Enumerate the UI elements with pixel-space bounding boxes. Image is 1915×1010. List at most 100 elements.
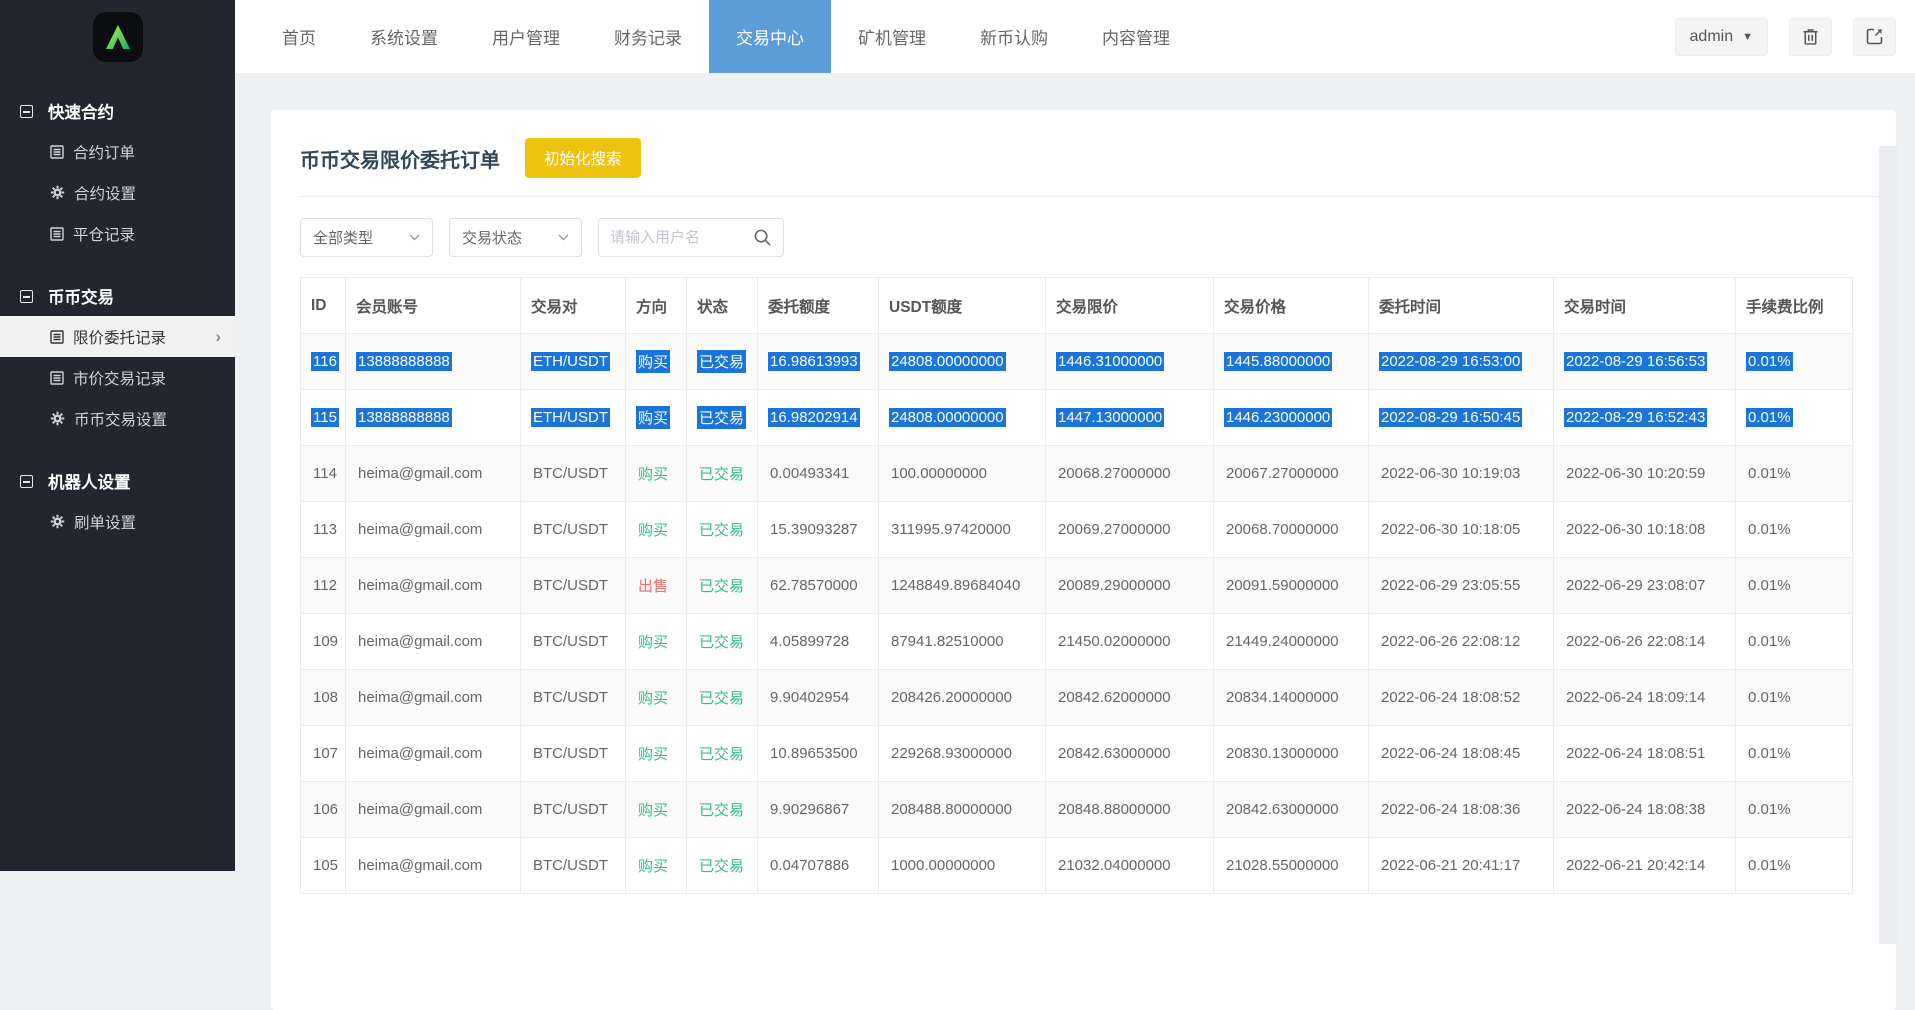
gear-icon <box>50 514 65 529</box>
table-cell-status: 已交易 <box>687 446 758 502</box>
sidebar-item-limit-order-records[interactable]: 限价委托记录 › <box>0 316 235 357</box>
gear-icon <box>50 185 65 200</box>
collapse-icon <box>20 105 33 118</box>
table-cell-trade-price: 20091.59000000 <box>1214 558 1369 614</box>
table-cell-order-time: 2022-06-21 20:41:17 <box>1369 838 1554 894</box>
table-cell-direction: 购买 <box>626 782 687 838</box>
table-cell-trade-price: 21028.55000000 <box>1214 838 1369 894</box>
sidebar-item-contract-settings[interactable]: 合约设置 <box>0 172 235 213</box>
status-filter-select[interactable]: 交易状态 <box>449 218 582 257</box>
clear-cache-button[interactable] <box>1789 18 1832 56</box>
table-cell-order-time: 2022-06-24 18:08:36 <box>1369 782 1554 838</box>
page-scrollbar[interactable] <box>1879 146 1897 944</box>
table-cell-id: 108 <box>301 670 346 726</box>
type-filter-value: 全部类型 <box>313 227 409 248</box>
nav-item-home[interactable]: 首页 <box>255 0 343 73</box>
list-icon <box>50 227 64 241</box>
nav-item-finance-records[interactable]: 财务记录 <box>587 0 709 73</box>
table-cell-order-time: 2022-06-24 18:08:52 <box>1369 670 1554 726</box>
logo-area <box>0 0 235 73</box>
sidebar-item-label: 币币交易设置 <box>74 408 167 430</box>
table-cell-usdt-amount: 229268.93000000 <box>879 726 1046 782</box>
main-nav: 首页 系统设置 用户管理 财务记录 交易中心 矿机管理 新币认购 内容管理 <box>255 0 1197 73</box>
username-search-box <box>598 218 784 257</box>
table-cell-pair: BTC/USDT <box>521 558 626 614</box>
sidebar-section-header-coin-trade[interactable]: 币币交易 <box>0 276 235 316</box>
nav-item-user-management[interactable]: 用户管理 <box>465 0 587 73</box>
chevron-down-icon <box>409 234 420 241</box>
table-cell-pair: BTC/USDT <box>521 614 626 670</box>
table-header-row: ID 会员账号 交易对 方向 状态 委托额度 USDT额度 交易限价 交易价格 … <box>301 278 1853 334</box>
table-row: 113heima@gmail.comBTC/USDT购买已交易15.390932… <box>301 502 1853 558</box>
table-cell-status: 已交易 <box>687 558 758 614</box>
table-cell-limit-price: 20842.62000000 <box>1046 670 1214 726</box>
table-cell-order-time: 2022-06-30 10:19:03 <box>1369 446 1554 502</box>
table-cell-usdt-amount: 1248849.89684040 <box>879 558 1046 614</box>
sidebar-item-coin-trade-settings[interactable]: 币币交易设置 <box>0 398 235 439</box>
orders-card: 币币交易限价委托订单 初始化搜索 全部类型 交易状态 <box>271 110 1896 1010</box>
table-cell-amount: 10.89653500 <box>758 726 879 782</box>
admin-user-menu[interactable]: admin ▼ <box>1675 18 1768 56</box>
table-cell-trade-time: 2022-06-30 10:20:59 <box>1554 446 1736 502</box>
sidebar-section-header-quick-contract[interactable]: 快速合约 <box>0 91 235 131</box>
nav-item-system-settings[interactable]: 系统设置 <box>343 0 465 73</box>
table-cell-fee-rate: 0.01% <box>1736 446 1853 502</box>
col-header-id: ID <box>301 278 346 334</box>
table-cell-amount: 16.98202914 <box>758 390 879 446</box>
table-cell-direction: 购买 <box>626 502 687 558</box>
table-cell-trade-time: 2022-08-29 16:52:43 <box>1554 390 1736 446</box>
table-cell-amount: 9.90296867 <box>758 782 879 838</box>
sidebar-item-contract-orders[interactable]: 合约订单 <box>0 131 235 172</box>
table-cell-fee-rate: 0.01% <box>1736 838 1853 894</box>
table-cell-status: 已交易 <box>687 614 758 670</box>
type-filter-select[interactable]: 全部类型 <box>300 218 433 257</box>
col-header-trade-price: 交易价格 <box>1214 278 1369 334</box>
table-cell-usdt-amount: 24808.00000000 <box>879 334 1046 390</box>
sidebar-section-coin-trade: 币币交易 限价委托记录 › 市价交易记录 <box>0 276 235 439</box>
nav-item-miner-management[interactable]: 矿机管理 <box>831 0 953 73</box>
table-cell-pair: BTC/USDT <box>521 502 626 558</box>
section-title: 快速合约 <box>48 99 114 123</box>
sidebar-section-quick-contract: 快速合约 合约订单 <box>0 91 235 254</box>
table-cell-direction: 购买 <box>626 334 687 390</box>
reset-search-button[interactable]: 初始化搜索 <box>525 138 641 178</box>
table-cell-status: 已交易 <box>687 670 758 726</box>
col-header-order-time: 委托时间 <box>1369 278 1554 334</box>
col-header-fee-rate: 手续费比例 <box>1736 278 1853 334</box>
nav-item-content-management[interactable]: 内容管理 <box>1075 0 1197 73</box>
nav-item-trade-center[interactable]: 交易中心 <box>709 0 831 73</box>
sidebar-item-label: 市价交易记录 <box>73 367 166 389</box>
sidebar-section-header-robot-settings[interactable]: 机器人设置 <box>0 461 235 501</box>
table-cell-fee-rate: 0.01% <box>1736 614 1853 670</box>
sidebar-item-brush-order-settings[interactable]: 刷单设置 <box>0 501 235 542</box>
table-cell-limit-price: 20069.27000000 <box>1046 502 1214 558</box>
table-cell-fee-rate: 0.01% <box>1736 390 1853 446</box>
nav-item-new-coin-subscribe[interactable]: 新币认购 <box>953 0 1075 73</box>
col-header-usdt-amount: USDT额度 <box>879 278 1046 334</box>
table-cell-account: heima@gmail.com <box>346 726 521 782</box>
table-cell-order-time: 2022-06-24 18:08:45 <box>1369 726 1554 782</box>
sidebar-item-market-trade-records[interactable]: 市价交易记录 <box>0 357 235 398</box>
sidebar-item-close-position-records[interactable]: 平仓记录 <box>0 213 235 254</box>
table-cell-trade-price: 20834.14000000 <box>1214 670 1369 726</box>
sidebar-item-label: 合约订单 <box>73 141 135 163</box>
table-cell-account: 13888888888 <box>346 334 521 390</box>
table-cell-fee-rate: 0.01% <box>1736 558 1853 614</box>
table-cell-pair: BTC/USDT <box>521 726 626 782</box>
table-cell-usdt-amount: 311995.97420000 <box>879 502 1046 558</box>
table-cell-trade-time: 2022-06-24 18:08:38 <box>1554 782 1736 838</box>
card-header: 币币交易限价委托订单 初始化搜索 <box>300 130 1867 196</box>
filter-bar: 全部类型 交易状态 <box>300 197 1867 277</box>
table-cell-fee-rate: 0.01% <box>1736 670 1853 726</box>
table-cell-limit-price: 21450.02000000 <box>1046 614 1214 670</box>
page-title: 币币交易限价委托订单 <box>300 144 500 173</box>
search-icon[interactable] <box>753 228 772 247</box>
sidebar-section-robot-settings: 机器人设置 刷单设置 <box>0 461 235 542</box>
table-cell-direction: 购买 <box>626 670 687 726</box>
username-search-input[interactable] <box>610 229 753 246</box>
table-cell-account: heima@gmail.com <box>346 446 521 502</box>
table-cell-trade-time: 2022-08-29 16:56:53 <box>1554 334 1736 390</box>
logout-button[interactable] <box>1853 18 1896 56</box>
table-cell-trade-price: 21449.24000000 <box>1214 614 1369 670</box>
sidebar-item-label: 合约设置 <box>74 182 136 204</box>
